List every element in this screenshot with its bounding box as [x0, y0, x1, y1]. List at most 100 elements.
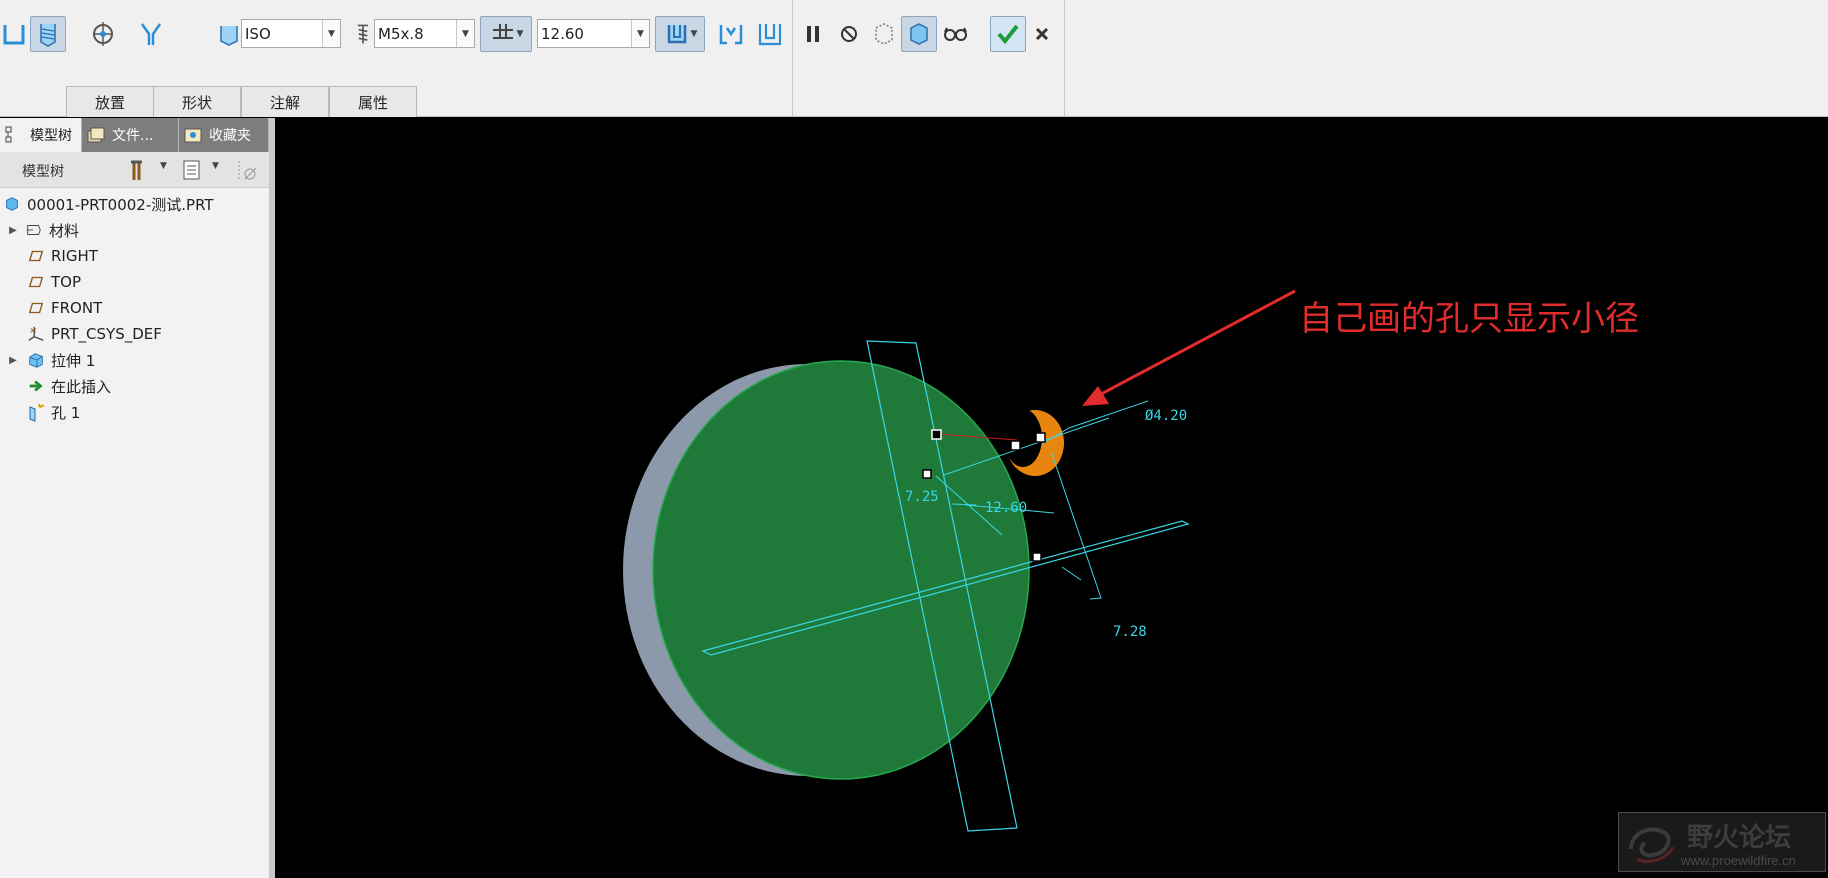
chevron-down-icon[interactable]: ▼ — [322, 20, 340, 47]
hole-profile-icon — [220, 26, 238, 46]
tree-item-label: 孔 1 — [51, 403, 81, 422]
tab-properties[interactable]: 属性 — [329, 86, 417, 117]
favorites-icon — [183, 125, 203, 145]
expand-arrow-icon[interactable]: ▶ — [6, 225, 20, 236]
no-preview-button[interactable] — [831, 16, 867, 52]
chevron-down-icon[interactable]: ▼ — [160, 161, 167, 171]
tree-item-label: TOP — [51, 273, 82, 291]
tapped-depth-button[interactable] — [713, 16, 749, 52]
offset-dimension-a[interactable]: 7.25 — [905, 489, 939, 505]
blind-depth-icon — [492, 24, 513, 39]
add-countersink-button[interactable] — [133, 16, 169, 52]
toolbar-separator — [792, 0, 793, 117]
tab-model-tree-label: 模型树 — [30, 128, 72, 144]
chevron-down-icon[interactable]: ▼ — [456, 20, 474, 47]
datum-plane-icon — [26, 298, 46, 318]
insert-here-icon — [26, 376, 46, 396]
pause-icon — [807, 26, 819, 42]
thread-surface-icon — [758, 24, 782, 46]
settings-tools-icon[interactable] — [128, 158, 152, 186]
depth-value: 12.60 — [541, 24, 584, 43]
part-icon — [2, 194, 22, 214]
tree-item-right-plane[interactable]: RIGHT — [0, 243, 269, 269]
depth-dimension[interactable]: 12.60 — [985, 500, 1027, 516]
offset-dimension-c[interactable]: 7.28 — [1113, 624, 1147, 640]
chevron-down-icon[interactable]: ▼ — [212, 161, 219, 171]
tab-shape[interactable]: 形状 — [153, 86, 241, 117]
model-tree-icon — [4, 125, 24, 145]
threaded-hole-icon — [40, 24, 56, 47]
disk-face[interactable] — [652, 360, 1030, 780]
tree-item-label: 00001-PRT0002-测试.PRT — [27, 195, 214, 214]
depth-input[interactable]: 12.60 ▼ — [537, 19, 650, 48]
tree-item-material[interactable]: ▶ 材料 — [0, 217, 269, 243]
thread-surface-button[interactable] — [752, 16, 788, 52]
tree-item-label: FRONT — [51, 299, 103, 317]
model-tree-header: 模型树 ▼ ▼ — [0, 152, 269, 188]
drag-handle[interactable] — [1010, 440, 1021, 451]
drag-handle[interactable] — [1035, 432, 1046, 443]
screw-size-select[interactable]: M5x.8 ▼ — [374, 19, 475, 48]
extrude-icon — [26, 350, 46, 370]
drag-handle[interactable] — [922, 469, 932, 479]
tab-folder-browser[interactable]: 文件... — [82, 118, 179, 152]
tab-notes[interactable]: 注解 — [241, 86, 329, 117]
screw-size-value: M5x.8 — [378, 24, 424, 43]
tree-item-front-plane[interactable]: FRONT — [0, 295, 269, 321]
model-view[interactable] — [276, 118, 1828, 878]
tree-item-hole[interactable]: 孔 1 — [0, 399, 269, 425]
chevron-down-icon: ▼ — [516, 29, 524, 39]
no-preview-icon — [841, 26, 857, 42]
attached-preview-button[interactable] — [866, 16, 902, 52]
chevron-down-icon[interactable]: ▼ — [631, 20, 649, 47]
tree-item-label: 拉伸 1 — [51, 351, 96, 370]
filter-hidden-icon[interactable] — [236, 158, 260, 186]
graphics-window[interactable]: Ø4.20 7.25 12.60 7.28 自己画的孔只显示小径 野火论坛 ww… — [276, 118, 1828, 878]
cancel-button[interactable] — [1024, 16, 1060, 52]
standard-hole-button[interactable] — [30, 16, 66, 52]
verify-mode-button[interactable] — [901, 16, 937, 52]
datum-plane-icon — [26, 272, 46, 292]
close-icon — [1035, 27, 1049, 41]
screw-icon — [357, 24, 369, 44]
tree-item-csys[interactable]: PRT_CSYS_DEF — [0, 321, 269, 347]
toolbar-separator — [1064, 0, 1065, 117]
checkmark-icon — [997, 24, 1019, 45]
standard-select[interactable]: ISO ▼ — [241, 19, 341, 48]
tab-favorites-label: 收藏夹 — [209, 128, 251, 144]
forum-logo-icon — [1629, 827, 1675, 863]
tree-item-label: RIGHT — [51, 247, 98, 265]
tab-model-tree[interactable]: 模型树 — [0, 118, 82, 152]
tapped-depth-icon — [719, 25, 743, 45]
tab-favorites[interactable]: 收藏夹 — [179, 118, 269, 152]
add-tapping-button[interactable] — [85, 16, 121, 52]
expand-arrow-icon[interactable]: ▶ — [6, 355, 20, 366]
drag-handle[interactable] — [931, 429, 942, 440]
simple-hole-button[interactable] — [0, 16, 32, 52]
tab-folder-browser-label: 文件... — [112, 128, 154, 144]
watermark-url: www.proewildfire.cn — [1681, 853, 1796, 868]
depth-type-button[interactable]: ▼ — [655, 16, 705, 52]
tab-placement[interactable]: 放置 — [66, 86, 154, 117]
diameter-dimension[interactable]: Ø4.20 — [1145, 408, 1187, 424]
glasses-preview-button[interactable] — [937, 16, 973, 52]
tap-drill-icon — [93, 22, 113, 46]
depth-options-button[interactable]: ▼ — [480, 16, 532, 52]
tree-item-top-plane[interactable]: TOP — [0, 269, 269, 295]
countersink-icon — [140, 23, 162, 45]
show-options-icon[interactable] — [182, 159, 202, 185]
datum-plane-icon — [26, 246, 46, 266]
tree-item-part[interactable]: 00001-PRT0002-测试.PRT — [0, 191, 269, 217]
model-tree-title: 模型树 — [22, 164, 64, 180]
through-depth-icon — [667, 25, 686, 44]
hole-profile-button[interactable] — [214, 16, 244, 52]
drag-handle[interactable] — [1032, 552, 1042, 562]
tree-item-label: PRT_CSYS_DEF — [51, 325, 162, 343]
pause-button[interactable] — [795, 16, 831, 52]
tree-item-insert-here[interactable]: 在此插入 — [0, 373, 269, 399]
watermark-title: 野火论坛 — [1687, 823, 1792, 853]
screw-size-button[interactable] — [350, 16, 376, 52]
tree-item-extrude[interactable]: ▶ 拉伸 1 — [0, 347, 269, 373]
ok-button[interactable] — [990, 16, 1026, 52]
verify-preview-icon — [910, 23, 928, 45]
